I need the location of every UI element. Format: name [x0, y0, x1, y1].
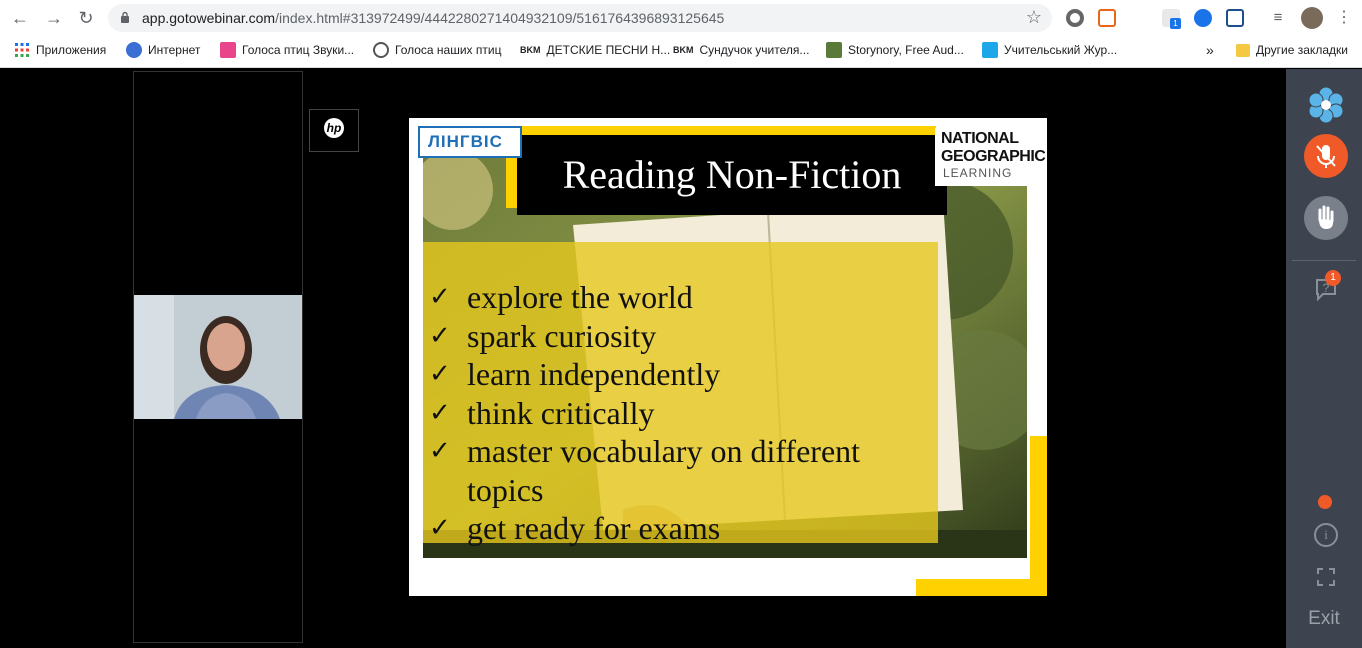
- bookmark-label: Интернет: [148, 43, 201, 57]
- bullet-text: get ready for exams: [467, 510, 721, 546]
- slide-title: Reading Non-Fiction: [562, 152, 902, 197]
- raise-hand-button[interactable]: [1304, 196, 1348, 240]
- checkmark-icon: ✓: [429, 320, 451, 351]
- presenter-webcam[interactable]: [134, 295, 302, 419]
- bookmark-apps[interactable]: Приложения: [14, 36, 106, 64]
- vkm-icon: BKM: [520, 45, 541, 55]
- bookmark-label: Storynory, Free Aud...: [848, 43, 964, 57]
- bookmark-storynory[interactable]: Storynory, Free Aud...: [826, 36, 964, 64]
- bullet-item: ✓ explore the world: [429, 278, 929, 317]
- back-arrow-icon[interactable]: ←: [8, 6, 32, 30]
- bookmark-teacher-chest[interactable]: BKM Сундучок учителя...: [673, 36, 809, 64]
- extension-capture-icon[interactable]: [1226, 9, 1244, 27]
- lingvis-logo: ЛІНГВІС: [418, 126, 522, 158]
- natgeo-logo-line2: GEOGRAPHIC: [941, 148, 1046, 165]
- other-bookmarks-label: Другие закладки: [1256, 43, 1348, 57]
- info-icon[interactable]: i: [1314, 523, 1338, 547]
- checkmark-icon: ✓: [429, 282, 451, 312]
- checkmark-icon: ✓: [429, 436, 451, 466]
- bullet-item: ✓ master vocabulary on different topics: [429, 432, 929, 509]
- extension-badge: 1: [1170, 18, 1181, 29]
- extension-bookmark-icon[interactable]: [1194, 9, 1212, 27]
- corner-accent-bottom: [916, 579, 1047, 596]
- hp-logo-icon: hp: [324, 118, 344, 138]
- url-path: /index.html#313972499/444228027140493210…: [275, 10, 725, 26]
- vkm-icon: BKM: [673, 45, 694, 55]
- bookmark-internet[interactable]: Интернет: [126, 36, 200, 64]
- exit-button[interactable]: Exit: [1286, 608, 1362, 630]
- bookmark-label: Сундучок учителя...: [699, 43, 810, 57]
- globe-icon: [373, 42, 389, 58]
- bookmark-bird-voices[interactable]: Голоса наших птиц: [373, 36, 501, 64]
- questions-button[interactable]: ? 1: [1311, 270, 1341, 304]
- gotowebinar-logo-icon[interactable]: [1306, 85, 1346, 125]
- microphone-button[interactable]: [1304, 134, 1348, 178]
- bullet-text: spark curiosity: [467, 317, 657, 354]
- url-host: app.gotowebinar.com: [142, 10, 276, 26]
- bullet-list: ✓ explore the world ✓ spark curiosity ✓ lea…: [429, 278, 929, 548]
- checkmark-icon: ✓: [429, 513, 451, 543]
- bullet-text: master vocabulary on different topics: [467, 433, 861, 508]
- bookmarks-overflow-button[interactable]: »: [1206, 36, 1214, 64]
- lock-icon: [121, 11, 129, 23]
- bullet-text: learn independently: [467, 356, 721, 392]
- bullet-text: explore the world: [467, 279, 693, 315]
- extension-puzzle-icon[interactable]: 1: [1162, 9, 1181, 29]
- other-bookmarks-folder[interactable]: Другие закладки: [1236, 36, 1348, 64]
- webcam-column: [133, 71, 303, 643]
- bullet-text: think critically: [467, 394, 655, 431]
- apps-grid-icon: [15, 43, 29, 57]
- fullscreen-icon[interactable]: [1316, 567, 1336, 587]
- browser-toolbar: ← → ↻ app.gotowebinar.com/index.html#313…: [0, 0, 1362, 36]
- url-text: app.gotowebinar.com/index.html#313972499…: [142, 4, 724, 32]
- bookmark-teacher-journal[interactable]: Учительський Жур...: [982, 36, 1117, 64]
- bookmark-star-icon[interactable]: ☆: [1026, 7, 1042, 28]
- bookmark-bird-sounds[interactable]: Голоса птиц Звуки...: [220, 36, 354, 64]
- presentation-slide: Reading Non-Fiction ЛІНГВІС NATIONAL GEO…: [409, 118, 1047, 596]
- bookmarks-bar: Приложения Интернет Голоса птиц Звуки...…: [0, 36, 1362, 68]
- webinar-stage: hp Reading Non-Fiction ЛІНГВІС NATIONAL …: [0, 69, 1286, 648]
- natgeo-logo-line1: NATIONAL: [941, 130, 1019, 147]
- presenter-video-image: [134, 295, 302, 419]
- bullet-item: ✓ think critically: [429, 394, 929, 433]
- questions-badge: 1: [1325, 270, 1341, 286]
- control-panel: ? 1 i Exit: [1286, 69, 1362, 648]
- menu-kebab-icon[interactable]: ⋮: [1332, 6, 1356, 30]
- reload-icon[interactable]: ↻: [74, 6, 98, 30]
- forward-arrow-icon[interactable]: →: [42, 6, 66, 30]
- reading-list-icon[interactable]: ≡: [1266, 6, 1290, 30]
- panel-divider: [1292, 260, 1356, 261]
- bookmark-label: Приложения: [36, 43, 107, 57]
- checkmark-icon: ✓: [429, 359, 451, 389]
- checkmark-icon: ✓: [429, 397, 451, 428]
- address-bar[interactable]: app.gotowebinar.com/index.html#313972499…: [108, 4, 1052, 32]
- bullet-item: ✓ get ready for exams: [429, 509, 929, 548]
- microphone-muted-icon: [1316, 145, 1336, 168]
- recording-indicator: [1318, 495, 1332, 509]
- bookmark-label: Голоса птиц Звуки...: [242, 43, 355, 57]
- bookmark-label: Учительський Жур...: [1004, 43, 1118, 57]
- profile-avatar[interactable]: [1301, 7, 1323, 29]
- bullet-item: ✓ learn independently: [429, 355, 929, 394]
- hand-icon: [1318, 205, 1334, 229]
- bookmark-label: ДЕТСКИЕ ПЕСНИ Н...: [546, 43, 671, 57]
- bullet-item: ✓ spark curiosity: [429, 317, 929, 356]
- extension-layout-icon[interactable]: [1098, 9, 1116, 27]
- flower-logo-icon: [1308, 86, 1344, 124]
- extension-circle-icon[interactable]: [1066, 9, 1084, 27]
- national-geographic-logo: NATIONAL GEOGRAPHIC LEARNING: [935, 128, 1047, 186]
- storynory-icon: [826, 42, 842, 58]
- journal-icon: [982, 42, 998, 58]
- hp-logo: hp: [309, 109, 359, 152]
- bookmark-kids-songs[interactable]: BKM ДЕТСКИЕ ПЕСНИ Н...: [520, 36, 670, 64]
- corner-accent-right: [1030, 436, 1047, 596]
- globe-icon: [126, 42, 142, 58]
- folder-icon: [1236, 43, 1250, 57]
- natgeo-logo-line3: LEARNING: [943, 166, 1013, 180]
- papa-icon: [220, 42, 236, 58]
- bookmark-label: Голоса наших птиц: [395, 43, 502, 57]
